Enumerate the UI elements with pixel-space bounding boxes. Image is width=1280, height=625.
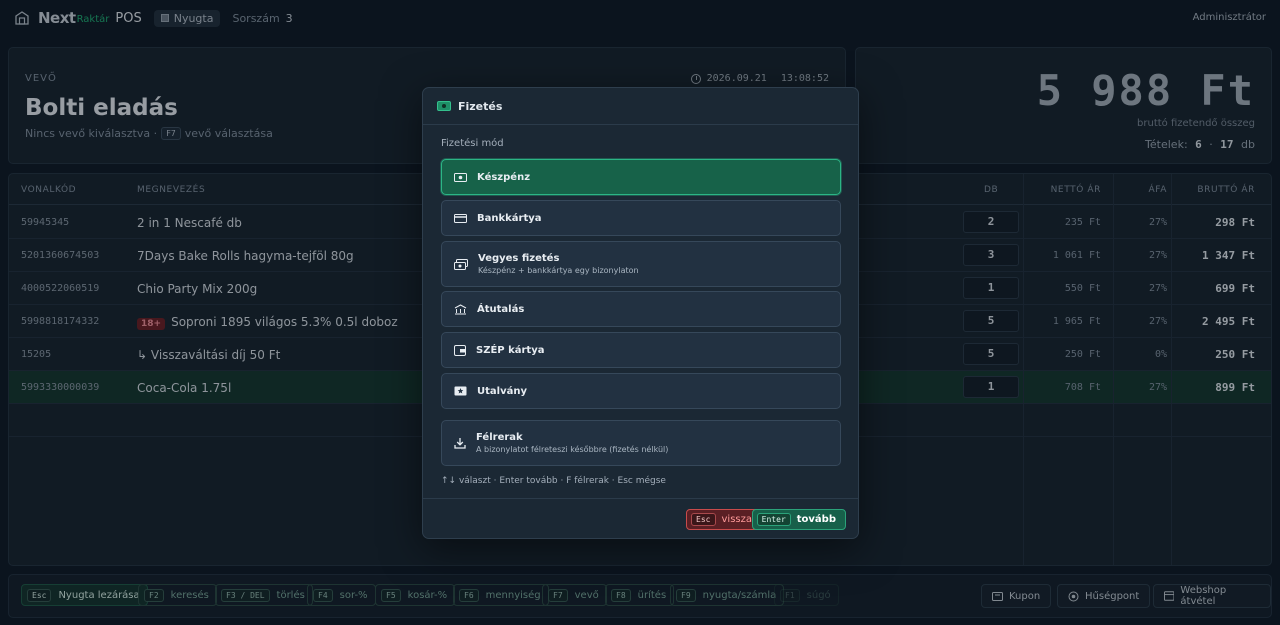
payment-dialog: Fizetés Fizetési mód Készpénz Bankkártya… [422,87,859,539]
payment-option-szep[interactable]: SZÉP kártya [441,332,841,368]
option-label: Készpénz [477,171,531,183]
park-receipt-option[interactable]: Félrerak A bizonylatot félreteszi később… [441,420,841,466]
card-icon [454,213,467,223]
option-label: Vegyes fizetés [478,253,560,264]
next-button[interactable]: Enter tovább [751,509,846,530]
keyboard-hint: ↑↓ választ · Enter tovább · F félrerak ·… [441,476,666,486]
option-label: Félrerak [476,432,523,443]
payment-option-cash[interactable]: Készpénz [441,159,841,195]
payment-option-transfer[interactable]: Átutalás [441,291,841,327]
back-button[interactable]: Esc vissza [686,509,760,530]
bank-icon [454,303,467,314]
payment-method-label: Fizetési mód [441,138,504,149]
back-key: Esc [691,513,716,526]
cash-icon [454,172,467,182]
mixed-payment-icon [454,258,468,270]
voucher-icon [454,386,467,396]
option-label: Utalvány [477,385,527,397]
payment-option-card[interactable]: Bankkártya [441,200,841,236]
dialog-header: Fizetés [423,88,858,125]
option-description: Készpénz + bankkártya egy bizonylaton [478,266,639,275]
payment-option-voucher[interactable]: Utalvány [441,373,841,409]
option-description: A bizonylatot félreteszi későbbre (fizet… [476,445,669,454]
money-icon [437,101,451,111]
option-label: SZÉP kártya [476,344,545,356]
payment-option-mixed[interactable]: Vegyes fizetés Készpénz + bankkártya egy… [441,241,841,287]
wallet-icon [454,344,466,356]
dialog-footer: Esc vissza Enter tovább [423,498,858,540]
next-key: Enter [756,513,791,526]
back-label: vissza [721,514,753,525]
option-label: Bankkártya [477,212,542,224]
dialog-title: Fizetés [458,99,503,113]
next-label: tovább [796,514,836,525]
download-icon [454,438,466,449]
option-label: Átutalás [477,303,525,315]
